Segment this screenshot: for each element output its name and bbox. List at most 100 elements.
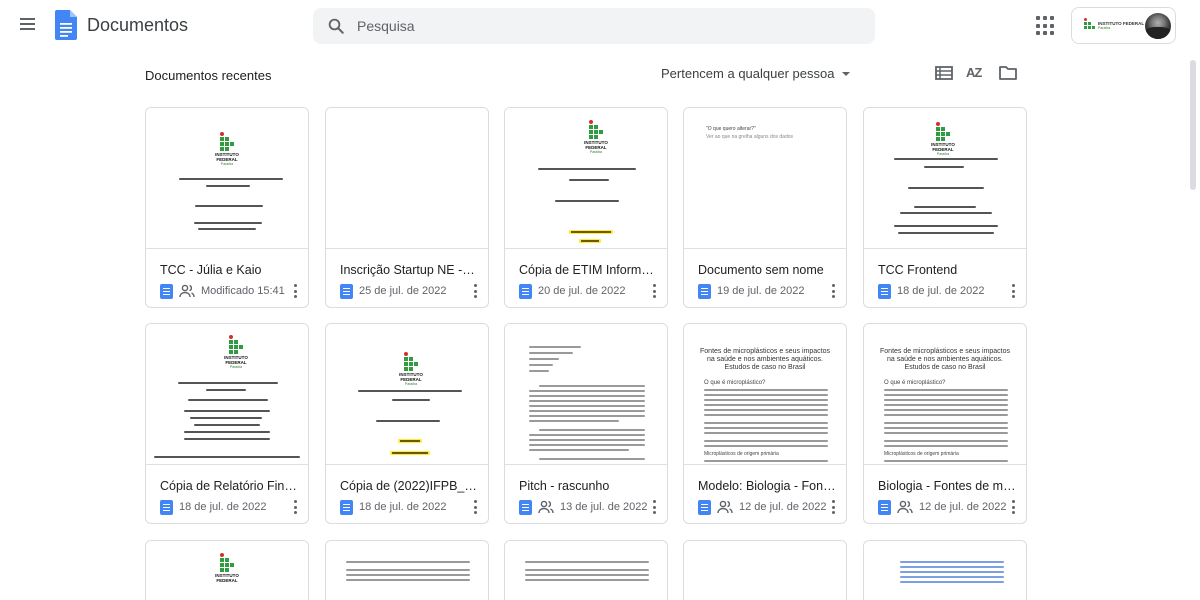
- institute-logo-icon: INSTITUTO FEDERAL: [214, 553, 240, 583]
- document-card[interactable]: [325, 540, 489, 600]
- docs-file-icon: [340, 499, 353, 515]
- document-card[interactable]: Fontes de microplásticos e seus impactos…: [683, 323, 847, 524]
- institute-logo-icon: INSTITUTO FEDERAL Paraíba: [223, 335, 249, 369]
- document-meta: Modificado 15:41: [160, 282, 285, 300]
- app-title[interactable]: Documentos: [87, 15, 188, 36]
- document-meta: 18 de jul. de 2022: [160, 498, 266, 516]
- sort-az-icon[interactable]: AZ: [966, 64, 986, 82]
- document-card[interactable]: INSTITUTO FEDERAL Paraíba TCC Frontend 18…: [863, 107, 1027, 308]
- owner-filter-dropdown[interactable]: Pertencem a qualquer pessoa: [661, 66, 851, 81]
- document-thumbnail[interactable]: [326, 541, 488, 600]
- thumb-heading: Fontes de microplásticos e seus impactos…: [700, 348, 830, 371]
- document-thumbnail[interactable]: INSTITUTO FEDERAL Paraíba: [326, 324, 488, 465]
- org-logo-icon: [1082, 18, 1096, 33]
- more-options-icon[interactable]: [653, 284, 657, 298]
- document-card[interactable]: Pitch - rascunho 13 de jul. de 2022: [504, 323, 668, 524]
- thumb-text: Microplásticos de origem primária: [704, 451, 779, 457]
- document-card[interactable]: INSTITUTO FEDERAL Paraíba Cópia de ETIM I…: [504, 107, 668, 308]
- document-title: Pitch - rascunho: [519, 479, 610, 493]
- document-thumbnail[interactable]: Fontes de microplásticos e seus impactos…: [864, 324, 1026, 465]
- document-thumbnail[interactable]: "O que quero alterar?" Ver ao que na gre…: [684, 108, 846, 249]
- document-card[interactable]: [863, 540, 1027, 600]
- thumb-text: Microplásticos de origem primária: [884, 451, 959, 457]
- document-title: TCC - Júlia e Kaio: [160, 263, 262, 277]
- search-bar[interactable]: [313, 8, 875, 44]
- thumb-subheading: O que é microplástico?: [884, 380, 946, 386]
- hamburger-line: [20, 28, 35, 30]
- document-meta: 20 de jul. de 2022: [519, 282, 625, 300]
- search-input[interactable]: [357, 8, 857, 44]
- thumb-text: Ver ao que na grelha alguns dos dados: [706, 134, 794, 140]
- document-thumbnail[interactable]: INSTITUTO FEDERAL: [146, 541, 308, 600]
- document-thumbnail[interactable]: [505, 324, 667, 465]
- caret-down-icon: [842, 71, 851, 76]
- shared-people-icon: [538, 500, 554, 514]
- more-options-icon[interactable]: [832, 500, 836, 514]
- document-date: Modificado 15:41: [201, 285, 285, 297]
- account-switcher[interactable]: INSTITUTO FEDERAL Paraíba: [1071, 7, 1176, 44]
- docs-file-icon: [160, 283, 173, 299]
- org-sub: Paraíba: [1098, 26, 1111, 30]
- document-card[interactable]: [683, 540, 847, 600]
- document-date: 12 de jul. de 2022: [739, 501, 827, 513]
- document-thumbnail[interactable]: INSTITUTO FEDERAL Paraíba: [146, 108, 308, 249]
- main-menu-button[interactable]: [16, 12, 40, 36]
- document-date: 12 de jul. de 2022: [919, 501, 1007, 513]
- more-options-icon[interactable]: [832, 284, 836, 298]
- list-view-icon[interactable]: [934, 64, 954, 82]
- document-date: 18 de jul. de 2022: [897, 285, 985, 297]
- document-card[interactable]: INSTITUTO FEDERAL: [145, 540, 309, 600]
- document-thumbnail[interactable]: [684, 541, 846, 600]
- document-thumbnail[interactable]: [864, 541, 1026, 600]
- institute-logo-icon: INSTITUTO FEDERAL Paraíba: [398, 352, 424, 386]
- more-options-icon[interactable]: [1012, 500, 1016, 514]
- document-card[interactable]: "O que quero alterar?" Ver ao que na gre…: [683, 107, 847, 308]
- institute-logo-icon: INSTITUTO FEDERAL Paraíba: [214, 132, 240, 166]
- document-thumbnail[interactable]: [326, 108, 488, 249]
- shared-people-icon: [179, 284, 195, 298]
- more-options-icon[interactable]: [653, 500, 657, 514]
- more-options-icon[interactable]: [294, 500, 298, 514]
- document-card[interactable]: INSTITUTO FEDERAL Paraíba Cópia de Relató…: [145, 323, 309, 524]
- more-options-icon[interactable]: [474, 500, 478, 514]
- hamburger-line: [20, 23, 35, 25]
- document-thumbnail[interactable]: INSTITUTO FEDERAL Paraíba: [146, 324, 308, 465]
- document-card[interactable]: [504, 540, 668, 600]
- document-title: Documento sem nome: [698, 263, 824, 277]
- shared-people-icon: [717, 500, 733, 514]
- document-date: 18 de jul. de 2022: [359, 501, 447, 513]
- google-apps-icon[interactable]: [1036, 16, 1056, 36]
- document-title: Cópia de Relatório Final -...: [160, 479, 298, 493]
- folder-icon[interactable]: [998, 64, 1018, 82]
- document-thumbnail[interactable]: INSTITUTO FEDERAL Paraíba: [864, 108, 1026, 249]
- document-card[interactable]: INSTITUTO FEDERAL Paraíba Cópia de (2022)…: [325, 323, 489, 524]
- institute-logo-icon: INSTITUTO FEDERAL Paraíba: [583, 120, 609, 154]
- document-date: 25 de jul. de 2022: [359, 285, 447, 297]
- scrollbar-thumb[interactable]: [1190, 60, 1196, 190]
- hamburger-line: [20, 18, 35, 20]
- document-card[interactable]: Inscrição Startup NE - Ot... 25 de jul. …: [325, 107, 489, 308]
- more-options-icon[interactable]: [474, 284, 478, 298]
- more-options-icon[interactable]: [1012, 284, 1016, 298]
- docs-file-icon: [519, 499, 532, 515]
- document-meta: 13 de jul. de 2022: [519, 498, 647, 516]
- scrollbar[interactable]: [1186, 52, 1200, 582]
- document-meta: 18 de jul. de 2022: [340, 498, 446, 516]
- document-card[interactable]: INSTITUTO FEDERAL Paraíba TCC - Júlia e K…: [145, 107, 309, 308]
- search-icon[interactable]: [327, 17, 345, 35]
- more-options-icon[interactable]: [294, 284, 298, 298]
- docs-file-icon: [698, 283, 711, 299]
- docs-file-icon: [340, 283, 353, 299]
- docs-file-icon: [519, 283, 532, 299]
- docs-logo-icon[interactable]: [55, 10, 77, 40]
- document-date: 18 de jul. de 2022: [179, 501, 267, 513]
- document-card[interactable]: Fontes de microplásticos e seus impactos…: [863, 323, 1027, 524]
- document-title: Biologia - Fontes de micr...: [878, 479, 1016, 493]
- document-thumbnail[interactable]: INSTITUTO FEDERAL Paraíba: [505, 108, 667, 249]
- user-avatar[interactable]: [1145, 13, 1171, 39]
- document-title: TCC Frontend: [878, 263, 958, 277]
- document-thumbnail[interactable]: Fontes de microplásticos e seus impactos…: [684, 324, 846, 465]
- document-thumbnail[interactable]: [505, 541, 667, 600]
- shared-people-icon: [897, 500, 913, 514]
- institute-logo-icon: INSTITUTO FEDERAL Paraíba: [930, 122, 956, 156]
